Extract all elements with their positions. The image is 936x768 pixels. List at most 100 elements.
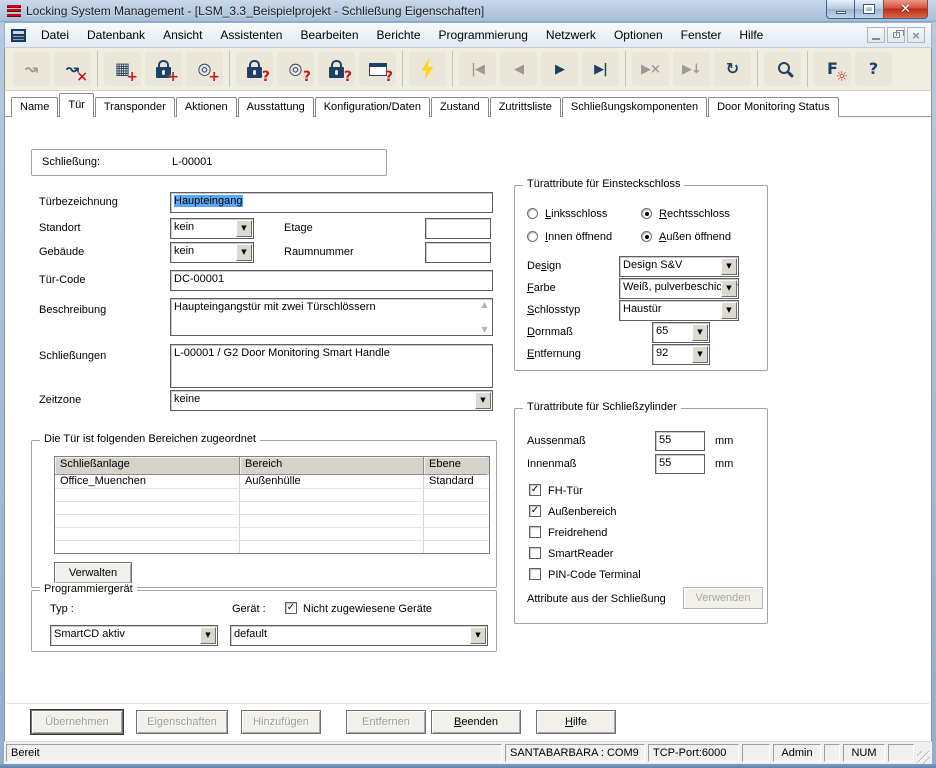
tab-schliessungskomponenten[interactable]: Schließungskomponenten [562,97,707,117]
chevron-down-icon[interactable]: ▼ [236,244,252,261]
tab-transponder[interactable]: Transponder [95,97,175,117]
apply-button[interactable]: Übernehmen [31,710,123,734]
outdoor-area-checkbox[interactable] [529,505,541,517]
column-header-ebene[interactable]: Ebene [424,457,487,475]
locks-textarea[interactable]: L-00001 / G2 Door Monitoring Smart Handl… [170,344,493,388]
toolbar-button-next-record[interactable]: ▶ [541,52,578,86]
door-code-input[interactable]: DC-00001 [170,270,493,291]
menu-datei[interactable]: Datei [32,25,78,45]
minimize-button[interactable] [826,0,855,19]
menu-ansicht[interactable]: Ansicht [154,25,211,45]
help-button[interactable]: Hilfe [536,710,616,734]
menu-datenbank[interactable]: Datenbank [78,25,154,45]
toolbar-button-first-record[interactable]: |◀ [459,52,496,86]
outward-opening-radio[interactable] [641,231,652,242]
tab-tuer[interactable]: Tür [59,93,94,117]
menu-berichte[interactable]: Berichte [368,25,430,45]
location-select[interactable]: kein ▼ [170,218,254,239]
tab-ausstattung[interactable]: Ausstattung [238,97,314,117]
unassigned-devices-checkbox[interactable] [285,602,297,614]
add-button[interactable]: Hinzufügen [241,710,321,734]
toolbar-button-programming[interactable] [409,52,446,86]
time-zone-select[interactable]: keine ▼ [170,390,493,411]
toolbar-button-previous-record[interactable]: ◀ [500,52,537,86]
door-name-input[interactable]: Haupteingang [170,192,493,213]
column-header-schliessanlage[interactable]: Schließanlage [55,457,240,475]
menu-assistenten[interactable]: Assistenten [211,25,291,45]
programmer-device-select[interactable]: default ▼ [230,625,488,646]
title-bar[interactable]: Locking System Management - [LSM_3.3_Bei… [0,0,936,22]
toolbar-button-search[interactable] [764,52,801,86]
properties-button[interactable]: Eigenschaften [136,710,228,734]
building-select[interactable]: kein ▼ [170,242,254,263]
free-spinning-checkbox[interactable] [529,526,541,538]
toolbar-button-last-record[interactable]: ▶| [582,52,619,86]
smartreader-checkbox[interactable] [529,547,541,559]
menu-fenster[interactable]: Fenster [672,25,731,45]
left-lock-radio[interactable] [527,208,538,219]
toolbar-button-logout[interactable]: ↝ × [54,52,91,86]
table-row[interactable]: Office_Muenchen Außenhülle Standard [55,475,489,488]
design-select[interactable]: Design S&V ▼ [619,256,739,277]
toolbar-button-read-window[interactable]: ? [359,52,396,86]
tab-zustand[interactable]: Zustand [431,97,489,117]
close-button[interactable]: ✕ [883,0,928,19]
toolbar-button-help[interactable]: ? [855,52,892,86]
chevron-down-icon[interactable]: ▼ [200,627,216,644]
toolbar-button-new-transponder[interactable]: ◎ + [186,52,223,86]
document-system-icon[interactable] [11,29,26,42]
menu-netzwerk[interactable]: Netzwerk [537,25,605,45]
fh-door-checkbox[interactable] [529,484,541,496]
tab-aktionen[interactable]: Aktionen [176,97,237,117]
menu-bearbeiten[interactable]: Bearbeiten [291,25,367,45]
remove-button[interactable]: Entfernen [346,710,426,734]
chevron-down-icon[interactable]: ▼ [721,302,737,319]
room-number-input[interactable] [425,242,491,263]
column-header-bereich[interactable]: Bereich [240,457,424,475]
menu-hilfe[interactable]: Hilfe [730,25,772,45]
manage-button[interactable]: Verwalten [54,562,132,584]
toolbar-button-read-lock[interactable]: ? [236,52,273,86]
mdi-minimize-button[interactable] [867,27,885,43]
color-select[interactable]: Weiß, pulverbeschichtet ▼ [619,278,739,299]
tab-door-monitoring-status[interactable]: Door Monitoring Status [708,97,839,117]
textarea-scrollbar[interactable]: ▲▼ [478,300,491,334]
use-button[interactable]: Verwenden [683,587,763,609]
toolbar-button-read-transponder[interactable]: ◎ ? [277,52,314,86]
toolbar-button-filter-settings[interactable]: F ☼ [814,52,851,86]
mdi-close-button[interactable]: × [907,27,925,43]
toolbar-button-new-lock[interactable]: + [145,52,182,86]
chevron-down-icon[interactable]: ▼ [721,280,737,297]
floor-input[interactable] [425,218,491,239]
toolbar-button-new-locking-system[interactable]: ▦ + [104,52,141,86]
right-lock-radio[interactable] [641,208,652,219]
tab-name[interactable]: Name [11,97,58,117]
chevron-down-icon[interactable]: ▼ [692,324,708,341]
tab-zutrittsliste[interactable]: Zutrittsliste [490,97,561,117]
toolbar-button-read-lock-network[interactable]: ? [318,52,355,86]
pin-code-terminal-checkbox[interactable] [529,568,541,580]
description-textarea[interactable]: Haupteingangstür mit zwei Türschlössern … [170,298,493,336]
lock-type-select[interactable]: Haustür ▼ [619,300,739,321]
toolbar-button-skip-remove[interactable]: ▶× [632,52,669,86]
maximize-button[interactable] [855,0,883,19]
backset-select[interactable]: 65 ▼ [652,322,710,343]
menu-programmierung[interactable]: Programmierung [430,25,537,45]
tab-konfiguration-daten[interactable]: Konfiguration/Daten [315,97,430,117]
toolbar-button-skip-down[interactable]: ▶↓ [673,52,710,86]
chevron-down-icon[interactable]: ▼ [236,220,252,237]
chevron-down-icon[interactable]: ▼ [721,258,737,275]
exit-button[interactable]: Beenden [431,710,521,734]
chevron-down-icon[interactable]: ▼ [475,392,491,409]
distance-select[interactable]: 92 ▼ [652,344,710,365]
menu-optionen[interactable]: Optionen [605,25,672,45]
inward-opening-radio[interactable] [527,231,538,242]
resize-grip[interactable] [917,751,930,764]
mdi-restore-button[interactable] [887,27,905,43]
chevron-down-icon[interactable]: ▼ [470,627,486,644]
programmer-type-select[interactable]: SmartCD aktiv ▼ [50,625,218,646]
inner-dimension-input[interactable]: 55 [655,454,705,474]
outer-dimension-input[interactable]: 55 [655,431,705,451]
toolbar-button-refresh[interactable]: ↻ [714,52,751,86]
toolbar-button-login[interactable]: ↝ [13,52,50,86]
